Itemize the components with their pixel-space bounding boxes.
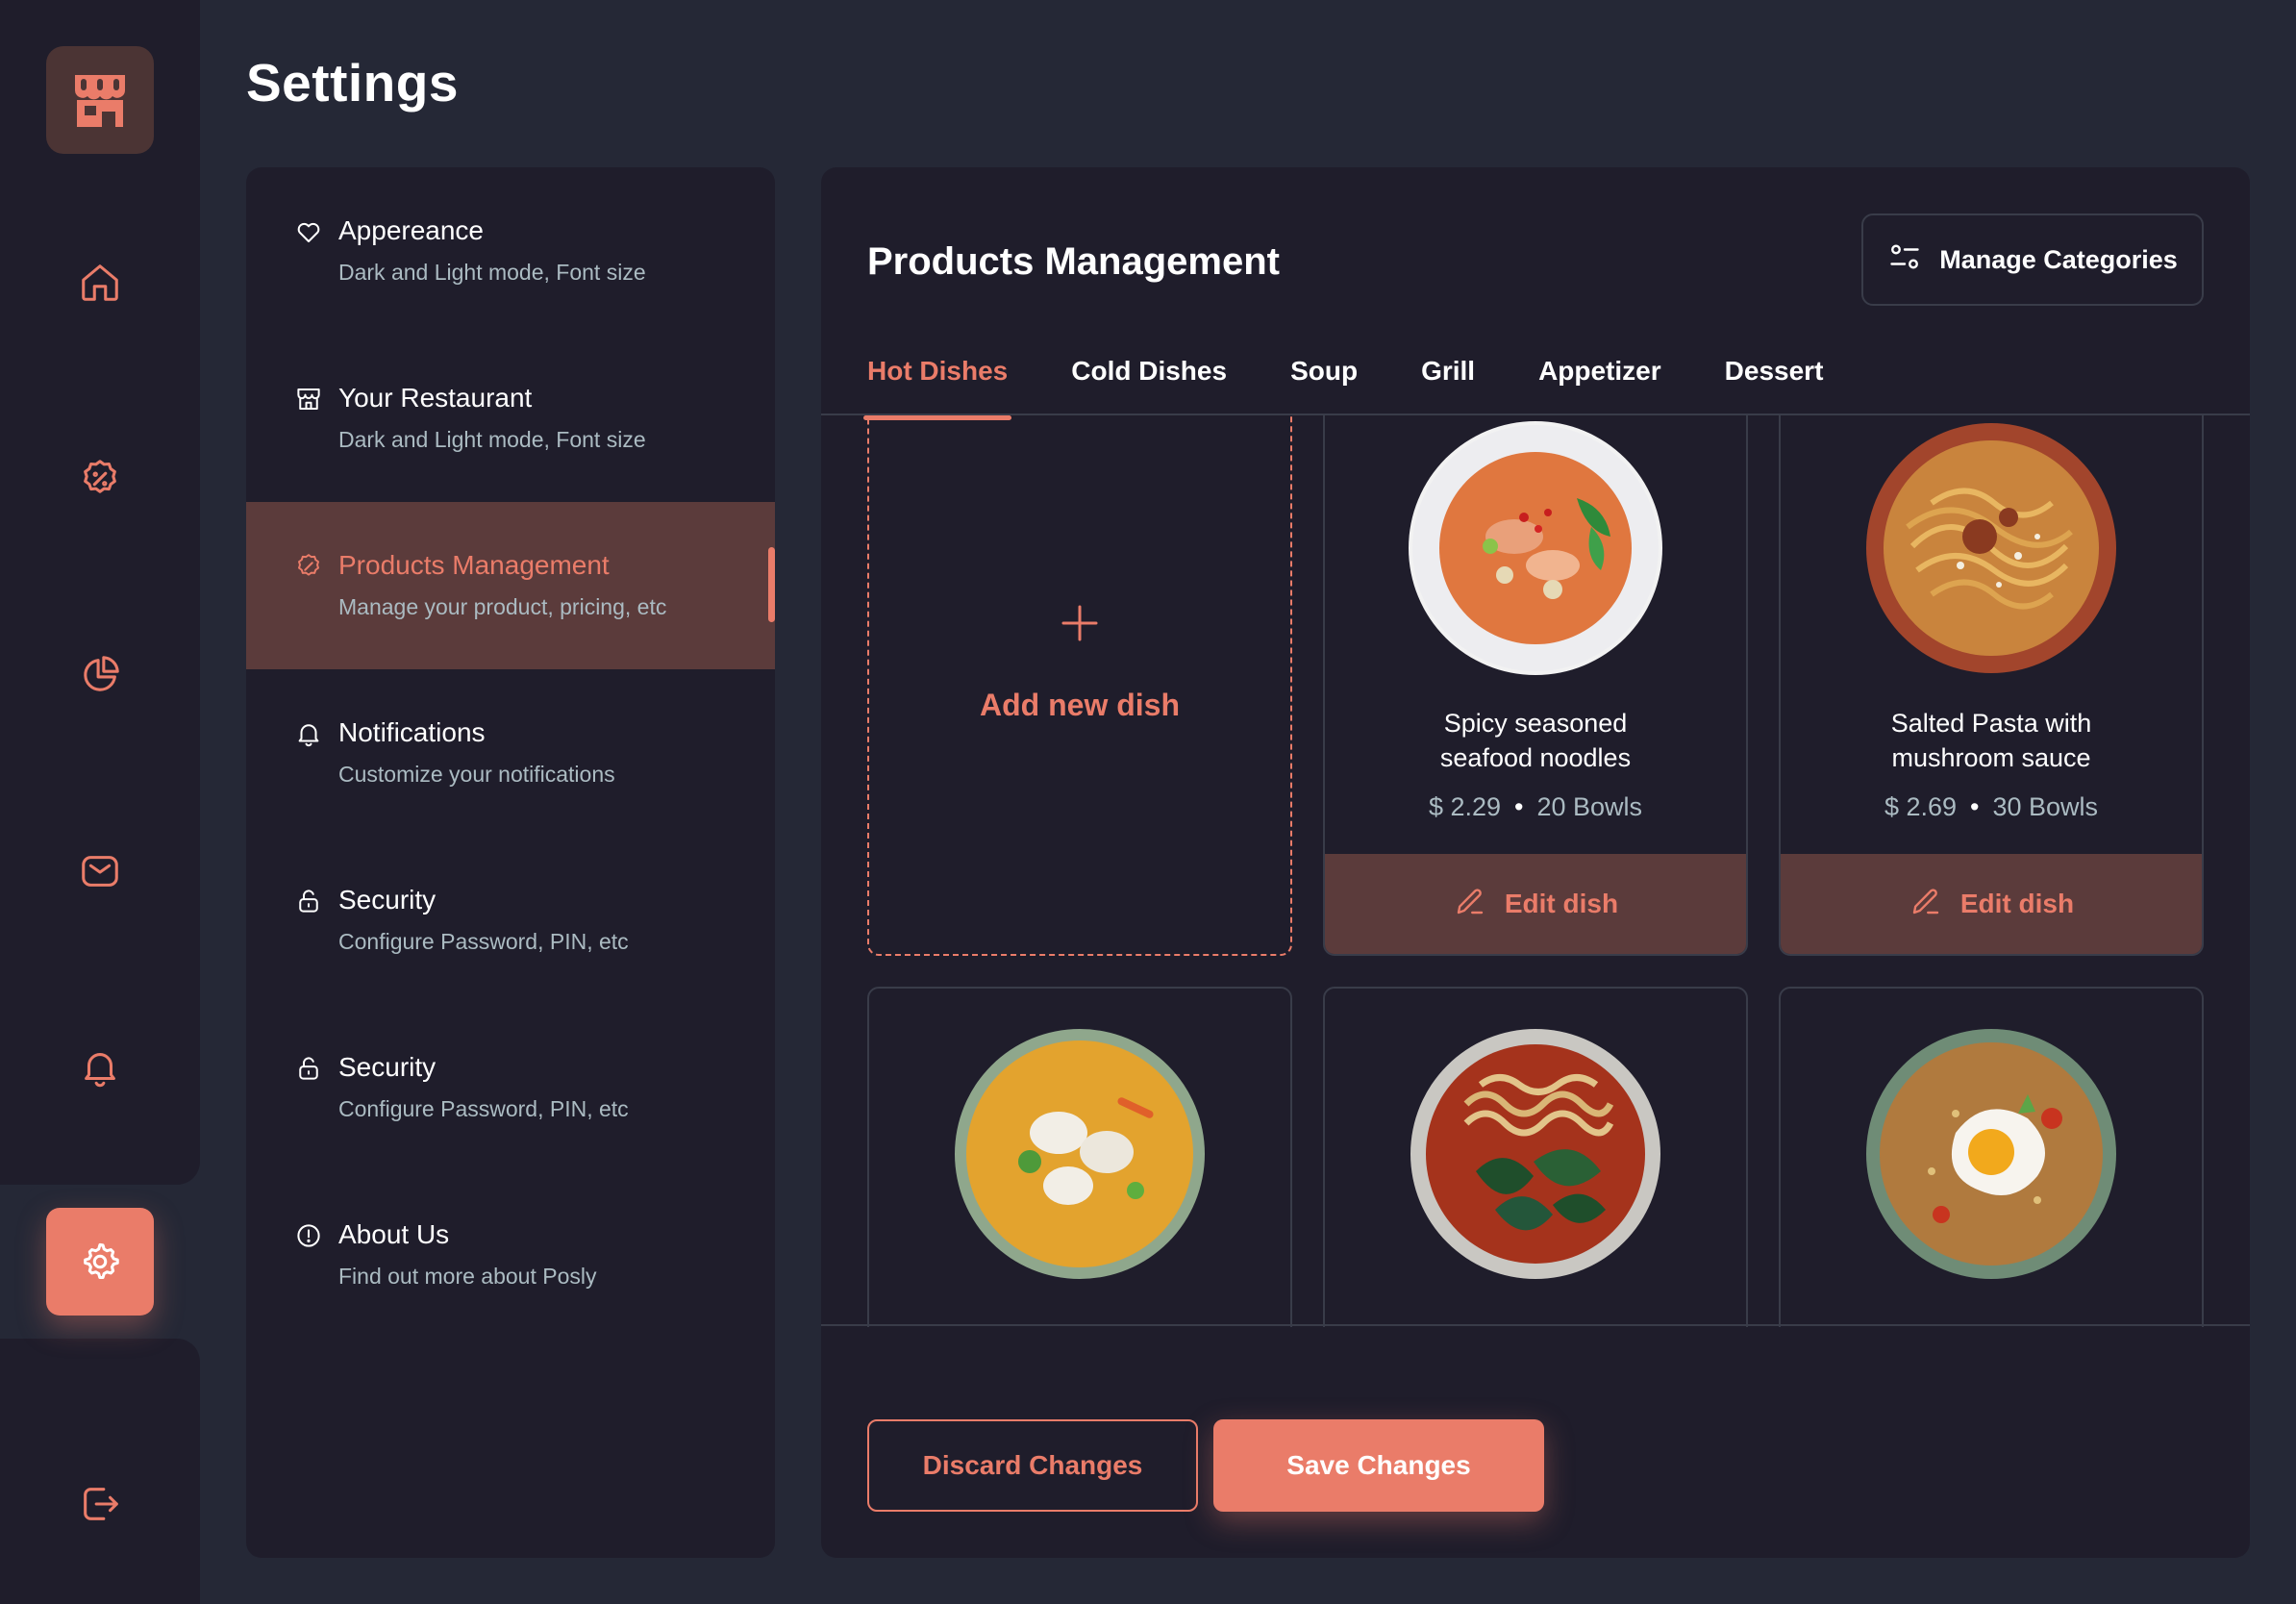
menu-item-subtitle: Dark and Light mode, Font size	[338, 427, 646, 452]
menu-item-title: About Us	[338, 1219, 450, 1249]
menu-item-appearance[interactable]: Appereance Dark and Light mode, Font siz…	[246, 167, 775, 335]
menu-item-subtitle: Customize your notifications	[338, 762, 615, 787]
dish-name-line: Salted Pasta with	[1890, 709, 2092, 738]
menu-item-title: Products Management	[338, 550, 610, 580]
tab-hot-dishes[interactable]: Hot Dishes	[862, 356, 1012, 420]
dish-name-line: mushroom sauce	[1891, 743, 2091, 772]
tab-cold-dishes[interactable]: Cold Dishes	[1071, 356, 1227, 414]
heart-icon	[294, 217, 323, 246]
dish-image-fried-rice-egg	[1864, 1027, 2118, 1281]
manage-categories-button[interactable]: Manage Categories	[1861, 213, 2204, 306]
menu-item-notifications[interactable]: Notifications Customize your notificatio…	[246, 669, 775, 837]
menu-item-security[interactable]: Security Configure Password, PIN, etc	[246, 837, 775, 1004]
dish-card	[1779, 987, 2204, 1327]
dish-stock: 30 Bowls	[1992, 792, 2099, 821]
active-indicator	[768, 547, 775, 622]
menu-item-title: Security	[338, 885, 437, 915]
menu-item-subtitle: Dark and Light mode, Font size	[338, 260, 646, 285]
save-changes-button[interactable]: Save Changes	[1213, 1419, 1544, 1512]
category-tabs: Hot Dishes Cold Dishes Soup Grill Appeti…	[862, 356, 1886, 420]
pencil-icon	[1453, 884, 1487, 925]
bell-icon	[294, 719, 323, 748]
menu-item-title: Notifications	[338, 717, 486, 747]
dish-name-line: seafood noodles	[1439, 743, 1632, 772]
dish-image-dumpling-soup	[953, 1027, 1207, 1281]
menu-item-security-2[interactable]: Security Configure Password, PIN, etc	[246, 1004, 775, 1171]
filter-options-icon	[1887, 239, 1922, 281]
menu-item-title: Security	[338, 1052, 437, 1082]
settings-menu: Appereance Dark and Light mode, Font siz…	[246, 167, 775, 1558]
menu-item-title: Appereance	[338, 215, 485, 245]
dish-name-line: Spicy seasoned	[1443, 709, 1628, 738]
dish-meta: $ 2.69 • 30 Bowls	[1781, 792, 2202, 822]
sidebar-rail	[0, 0, 200, 1185]
menu-item-restaurant[interactable]: Your Restaurant Dark and Light mode, Fon…	[246, 335, 775, 502]
dish-card: Salted Pasta with mushroom sauce $ 2.69 •…	[1779, 415, 2204, 956]
edit-dish-label: Edit dish	[1959, 889, 2075, 918]
store-logo-icon[interactable]	[46, 46, 154, 154]
lock-icon	[294, 887, 323, 915]
panel-title: Products Management	[867, 240, 1280, 283]
discard-changes-button[interactable]: Discard Changes	[867, 1419, 1198, 1512]
logout-icon[interactable]	[54, 1458, 146, 1550]
products-management-panel: Products Management Manage Categories Ho…	[821, 167, 2250, 1558]
dish-image-seafood-noodles	[1409, 421, 1662, 675]
tab-grill[interactable]: Grill	[1421, 356, 1475, 414]
tab-soup[interactable]: Soup	[1290, 356, 1358, 414]
mail-icon[interactable]	[54, 825, 146, 917]
menu-item-title: Your Restaurant	[338, 383, 533, 413]
dish-name: Spicy seasoned seafood noodles	[1325, 706, 1746, 775]
edit-dish-button[interactable]: Edit dish	[1325, 854, 1746, 954]
pencil-icon	[1909, 884, 1943, 925]
bell-icon[interactable]	[54, 1021, 146, 1114]
dish-grid: Add new dish Spicy seasoned seafood nood…	[821, 415, 2250, 1327]
dish-stock: 20 Bowls	[1536, 792, 1643, 821]
separator-dot: •	[1514, 792, 1524, 821]
pie-chart-icon[interactable]	[54, 629, 146, 721]
edit-dish-button[interactable]: Edit dish	[1781, 854, 2202, 954]
tab-appetizer[interactable]: Appetizer	[1538, 356, 1661, 414]
dish-card: Spicy seasoned seafood noodles $ 2.29 • 20…	[1323, 415, 1748, 956]
manage-categories-label: Manage Categories	[1939, 244, 2178, 274]
discount-icon	[294, 552, 323, 581]
dish-image-pasta	[1864, 421, 2118, 675]
menu-item-subtitle: Manage your product, pricing, etc	[338, 594, 667, 619]
gear-icon[interactable]	[46, 1208, 154, 1316]
plus-icon	[1061, 586, 1099, 653]
dish-name: Salted Pasta with mushroom sauce	[1781, 706, 2202, 775]
store-icon	[294, 385, 323, 414]
dish-card	[867, 987, 1292, 1327]
separator-dot: •	[1970, 792, 1980, 821]
dish-meta: $ 2.29 • 20 Bowls	[1325, 792, 1746, 822]
menu-item-products-management[interactable]: Products Management Manage your product,…	[246, 502, 775, 669]
add-new-dish-label: Add new dish	[980, 687, 1180, 722]
add-new-dish-card[interactable]: Add new dish	[867, 415, 1292, 956]
dish-price: $ 2.69	[1884, 792, 1958, 821]
dish-image-ramen-greens	[1409, 1027, 1662, 1281]
page-title: Settings	[246, 53, 459, 113]
discount-icon[interactable]	[54, 433, 146, 525]
grid-divider	[821, 1324, 2250, 1326]
menu-item-subtitle: Configure Password, PIN, etc	[338, 929, 629, 954]
edit-dish-label: Edit dish	[1504, 889, 1619, 918]
info-icon	[294, 1221, 323, 1250]
home-icon[interactable]	[54, 237, 146, 329]
tab-dessert[interactable]: Dessert	[1725, 356, 1824, 414]
dish-card	[1323, 987, 1748, 1327]
menu-item-about-us[interactable]: About Us Find out more about Posly	[246, 1171, 775, 1339]
lock-icon	[294, 1054, 323, 1083]
menu-item-subtitle: Find out more about Posly	[338, 1264, 597, 1289]
dish-price: $ 2.29	[1428, 792, 1502, 821]
menu-item-subtitle: Configure Password, PIN, etc	[338, 1096, 629, 1121]
